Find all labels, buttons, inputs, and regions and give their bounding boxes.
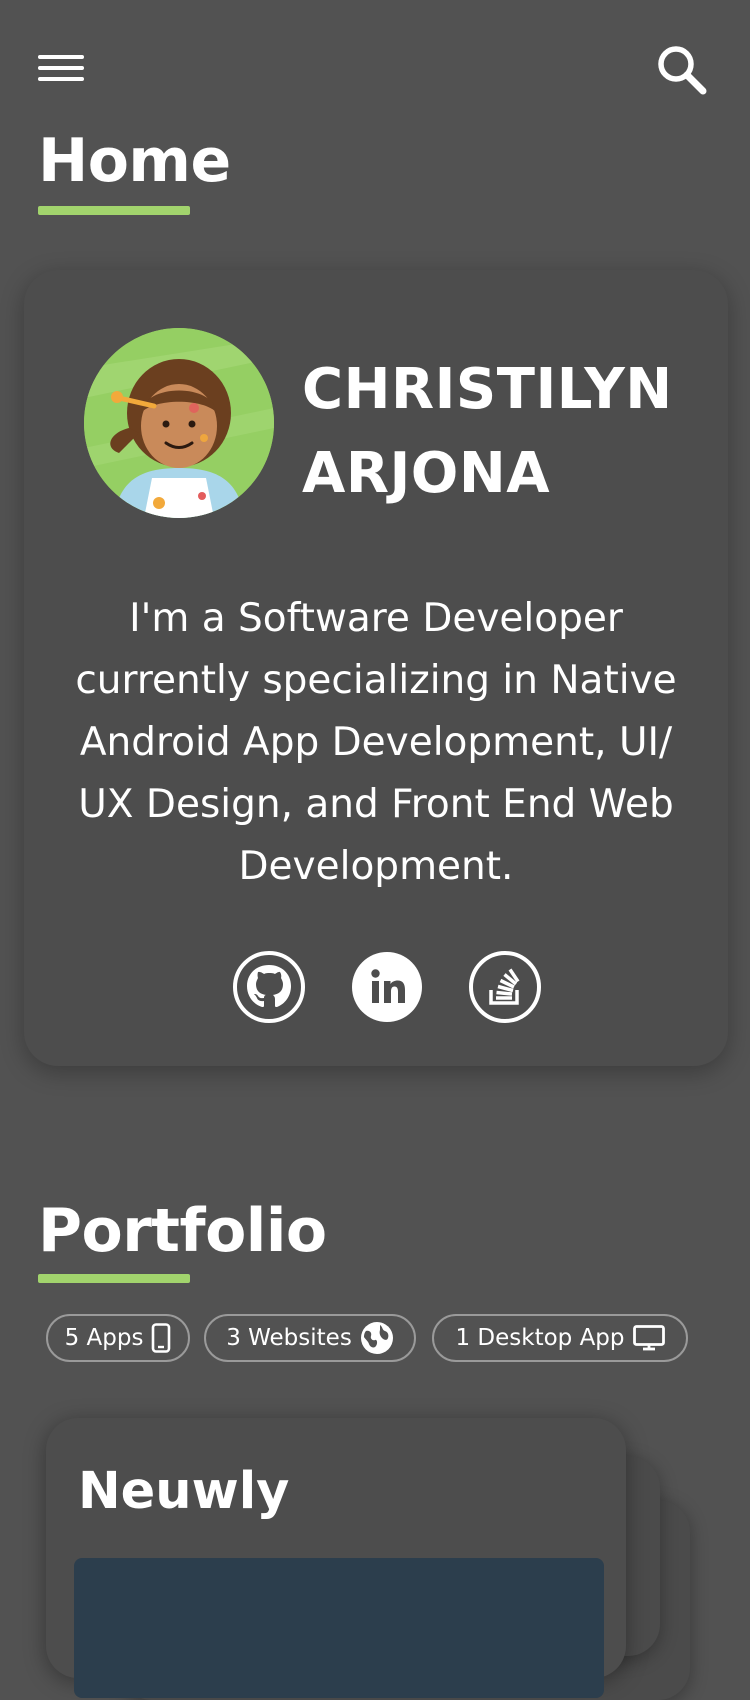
linkedin-icon[interactable] <box>350 950 424 1024</box>
desktop-monitor-icon <box>632 1325 665 1351</box>
profile-card: CHRISTILYN ARJONA I'm a Software Develop… <box>24 270 728 1066</box>
github-icon[interactable] <box>232 950 306 1024</box>
project-preview-image <box>74 1558 604 1698</box>
project-title: Neuwly <box>78 1462 290 1521</box>
globe-icon <box>360 1321 394 1355</box>
profile-name: CHRISTILYN ARJONA <box>302 348 702 516</box>
home-heading-underline <box>38 206 190 215</box>
profile-name-last: ARJONA <box>302 441 551 506</box>
chip-websites[interactable]: 3 Websites <box>204 1314 416 1362</box>
chip-apps-label: 5 Apps <box>64 1325 144 1351</box>
project-card[interactable]: Neuwly <box>46 1418 626 1698</box>
chip-desktop-label: 1 Desktop App <box>455 1325 625 1351</box>
profile-bio: I'm a Software Developer currently speci… <box>75 596 677 889</box>
chip-websites-label: 3 Websites <box>226 1325 352 1351</box>
stackoverflow-icon[interactable] <box>468 950 542 1024</box>
portfolio-heading: Portfolio <box>38 1196 327 1266</box>
top-app-bar <box>0 0 750 130</box>
social-links <box>232 950 544 1026</box>
portfolio-heading-underline <box>38 1274 190 1283</box>
search-icon[interactable] <box>652 40 712 100</box>
home-heading: Home <box>38 126 231 196</box>
hamburger-menu-icon[interactable] <box>38 44 94 92</box>
avatar <box>84 328 274 518</box>
chip-apps[interactable]: 5 Apps <box>46 1314 190 1362</box>
smartphone-icon <box>151 1323 171 1353</box>
chip-desktop[interactable]: 1 Desktop App <box>432 1314 688 1362</box>
profile-name-first: CHRISTILYN <box>302 357 673 422</box>
